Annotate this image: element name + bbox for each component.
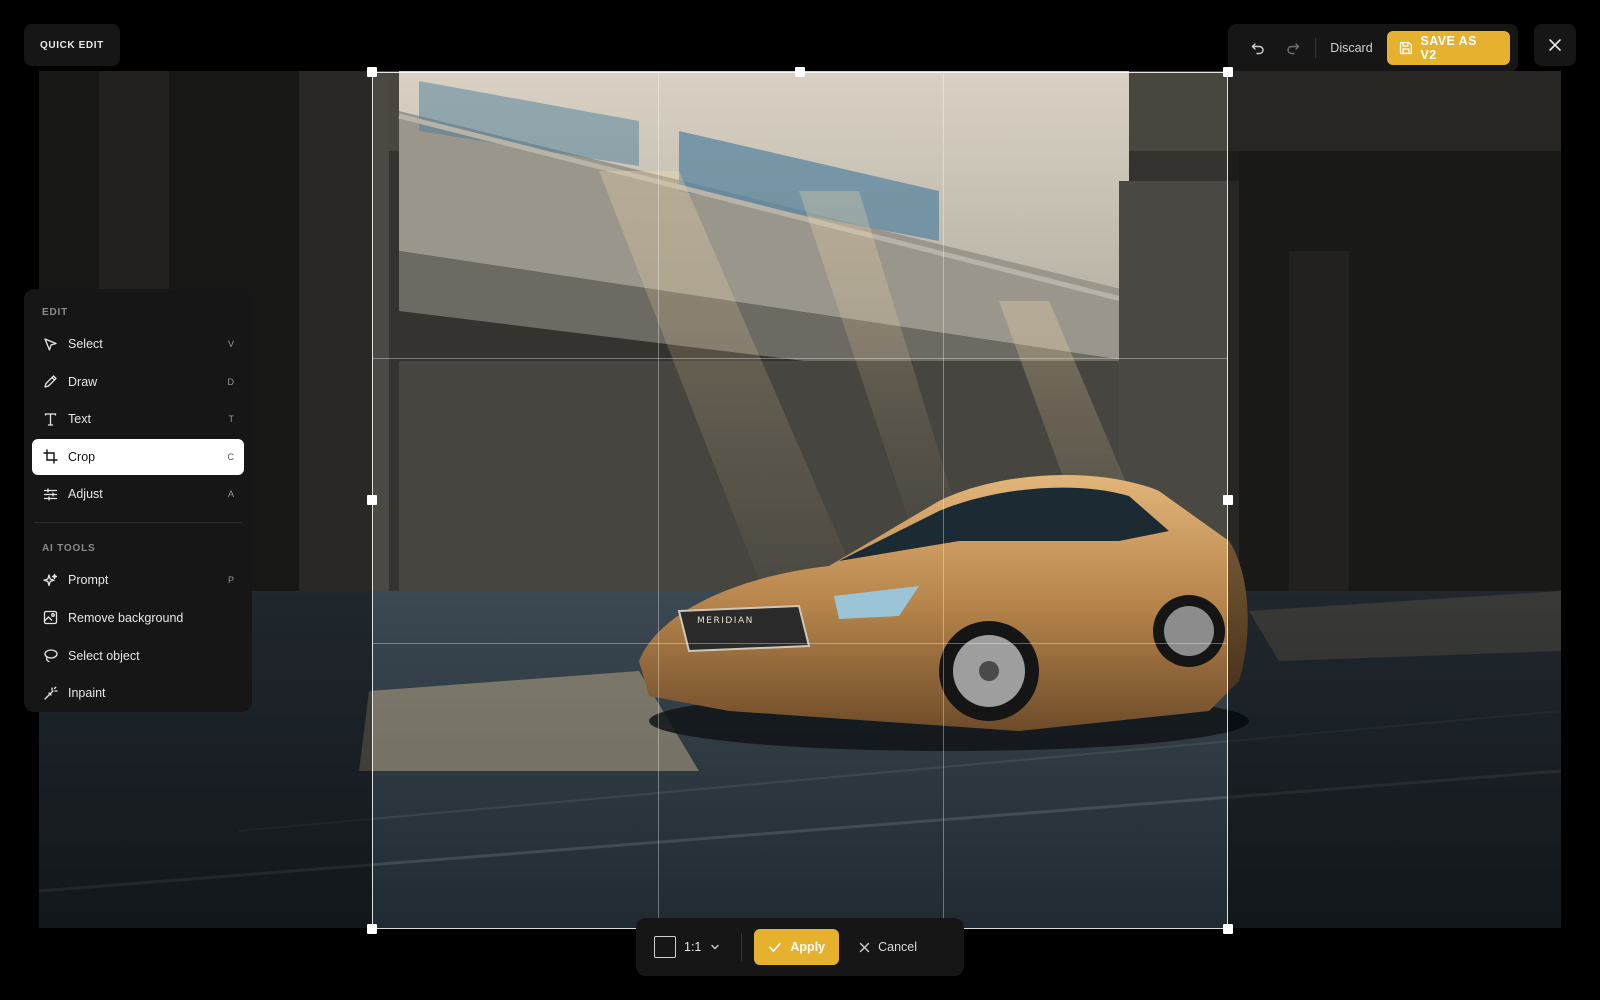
crop-handle-bottom-right[interactable] [1223, 924, 1233, 934]
crop-action-bar: 1:1 Apply Cancel [636, 918, 964, 976]
crop-grid-line [373, 358, 1227, 359]
sparkle-icon [42, 572, 58, 588]
shortcut-key: T [228, 414, 235, 425]
lasso-icon [42, 648, 58, 664]
save-label: SAVE AS V2 [1420, 34, 1477, 62]
crop-shade-right [1228, 71, 1561, 928]
text-icon [42, 411, 58, 427]
tool-label: Draw [68, 374, 98, 389]
crop-grid-line [943, 73, 944, 928]
square-ratio-icon [654, 936, 676, 958]
tool-label: Inpaint [68, 686, 106, 701]
chevron-down-icon [711, 944, 720, 950]
aspect-ratio-select[interactable]: 1:1 [648, 936, 727, 958]
tool-label: Select [68, 337, 103, 351]
tool-label: Select object [68, 648, 140, 663]
crop-handle-top-right[interactable] [1223, 67, 1233, 77]
tool-label: Prompt [68, 573, 109, 588]
crop-handle-bottom-left[interactable] [367, 924, 377, 934]
panel-divider [34, 522, 242, 524]
section-label-edit: EDIT [42, 307, 68, 318]
quick-edit-badge: QUICK EDIT [24, 24, 120, 66]
discard-button[interactable]: Discard [1324, 41, 1386, 55]
crop-handle-left[interactable] [367, 495, 377, 505]
tool-crop[interactable]: Crop C [32, 438, 244, 475]
save-as-v2-button[interactable]: SAVE AS V2 [1386, 31, 1510, 65]
crop-grid-line [658, 73, 659, 928]
magic-wand-icon [42, 685, 58, 701]
aspect-ratio-value: 1:1 [684, 940, 702, 954]
crop-handle-top-left[interactable] [367, 67, 377, 77]
cursor-icon [42, 336, 58, 352]
crop-icon [42, 449, 58, 465]
save-icon [1399, 41, 1412, 55]
tool-select[interactable]: Select V [32, 326, 244, 362]
tool-text[interactable]: Text T [32, 401, 244, 437]
crop-grid-line [373, 643, 1227, 644]
crop-frame[interactable] [372, 72, 1228, 929]
tool-label: Remove background [68, 610, 184, 625]
undo-button[interactable] [1240, 30, 1276, 66]
cancel-button[interactable]: Cancel [839, 940, 923, 954]
close-icon [859, 942, 870, 952]
close-icon [1549, 39, 1561, 51]
tool-draw[interactable]: Draw D [32, 364, 244, 400]
cropbar-divider [741, 933, 743, 961]
tool-inpaint[interactable]: Inpaint [32, 675, 244, 711]
apply-button[interactable]: Apply [754, 929, 840, 965]
shortcut-key: D [227, 376, 235, 387]
tool-label: Adjust [68, 487, 103, 502]
tool-label: Crop [68, 449, 96, 464]
tool-adjust[interactable]: Adjust A [32, 476, 244, 512]
apply-label: Apply [790, 940, 826, 954]
tool-label: Text [68, 412, 91, 427]
redo-icon [1287, 43, 1300, 55]
top-toolbar: Discard SAVE AS V2 [1228, 24, 1518, 72]
shortcut-key: P [227, 575, 234, 586]
tools-panel: EDIT Select V Draw D Text T Crop C Adjus… [24, 289, 252, 712]
quick-edit-label: QUICK EDIT [40, 39, 104, 51]
image-remove-icon [42, 610, 58, 626]
shortcut-key: A [227, 489, 234, 500]
tool-prompt[interactable]: Prompt P [32, 562, 244, 598]
tool-select-object[interactable]: Select object [32, 638, 244, 674]
crop-handle-right[interactable] [1223, 495, 1233, 505]
section-label-ai-tools: AI TOOLS [42, 543, 96, 555]
shortcut-key: C [227, 451, 235, 462]
check-icon [769, 942, 782, 952]
cancel-label: Cancel [878, 940, 918, 954]
redo-button[interactable] [1276, 30, 1312, 66]
undo-icon [1251, 43, 1264, 55]
toolbar-divider [1315, 38, 1317, 58]
close-button[interactable] [1534, 24, 1576, 66]
crop-handle-top[interactable] [795, 67, 805, 77]
tool-remove-background[interactable]: Remove background [32, 600, 244, 636]
shortcut-key: V [227, 339, 234, 349]
pencil-icon [42, 374, 58, 390]
sliders-icon [42, 486, 58, 502]
